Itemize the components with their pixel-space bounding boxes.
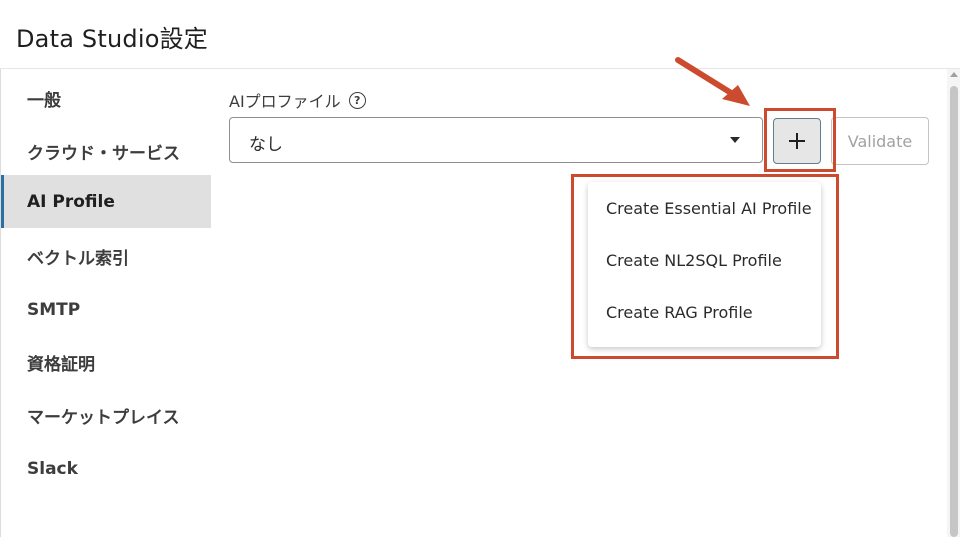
validate-button[interactable]: Validate — [831, 117, 929, 165]
settings-window: Data Studio設定 一般 クラウド・サービス AI Profile ベク… — [0, 0, 960, 537]
ai-profile-label: AIプロファイル ? — [229, 88, 366, 112]
sidebar-item-smtp[interactable]: SMTP — [1, 283, 211, 336]
sidebar-item-vector-index[interactable]: ベクトル索引 — [1, 230, 211, 283]
menu-item-create-essential-ai-profile[interactable]: Create Essential AI Profile — [588, 182, 821, 234]
add-profile-button[interactable] — [773, 118, 821, 164]
sidebar-item-marketplace[interactable]: マーケットプレイス — [1, 389, 211, 442]
page-title: Data Studio設定 — [16, 25, 208, 53]
menu-item-create-rag-profile[interactable]: Create RAG Profile — [588, 286, 821, 338]
sidebar-item-ai-profile[interactable]: AI Profile — [1, 175, 211, 228]
ai-profile-label-text: AIプロファイル — [229, 92, 341, 111]
sidebar-item-cloud-services[interactable]: クラウド・サービス — [1, 125, 211, 178]
sidebar-nav: 一般 クラウド・サービス AI Profile ベクトル索引 SMTP 資格証明… — [1, 72, 211, 537]
sidebar-item-credentials[interactable]: 資格証明 — [1, 336, 211, 389]
menu-item-create-nl2sql-profile[interactable]: Create NL2SQL Profile — [588, 234, 821, 286]
header-divider — [0, 68, 960, 69]
sidebar-item-slack[interactable]: Slack — [1, 442, 211, 495]
create-profile-menu: Create Essential AI Profile Create NL2SQ… — [588, 182, 821, 347]
ai-profile-select[interactable]: なし — [229, 117, 763, 163]
annotation-arrow-icon — [675, 57, 750, 106]
help-icon[interactable]: ? — [348, 91, 366, 109]
sidebar-item-general[interactable]: 一般 — [1, 72, 211, 125]
caret-down-icon — [730, 137, 740, 143]
ai-profile-select-value: なし — [249, 135, 283, 155]
scroll-up-arrow-icon[interactable] — [950, 72, 958, 77]
scrollbar-thumb[interactable] — [950, 86, 958, 537]
